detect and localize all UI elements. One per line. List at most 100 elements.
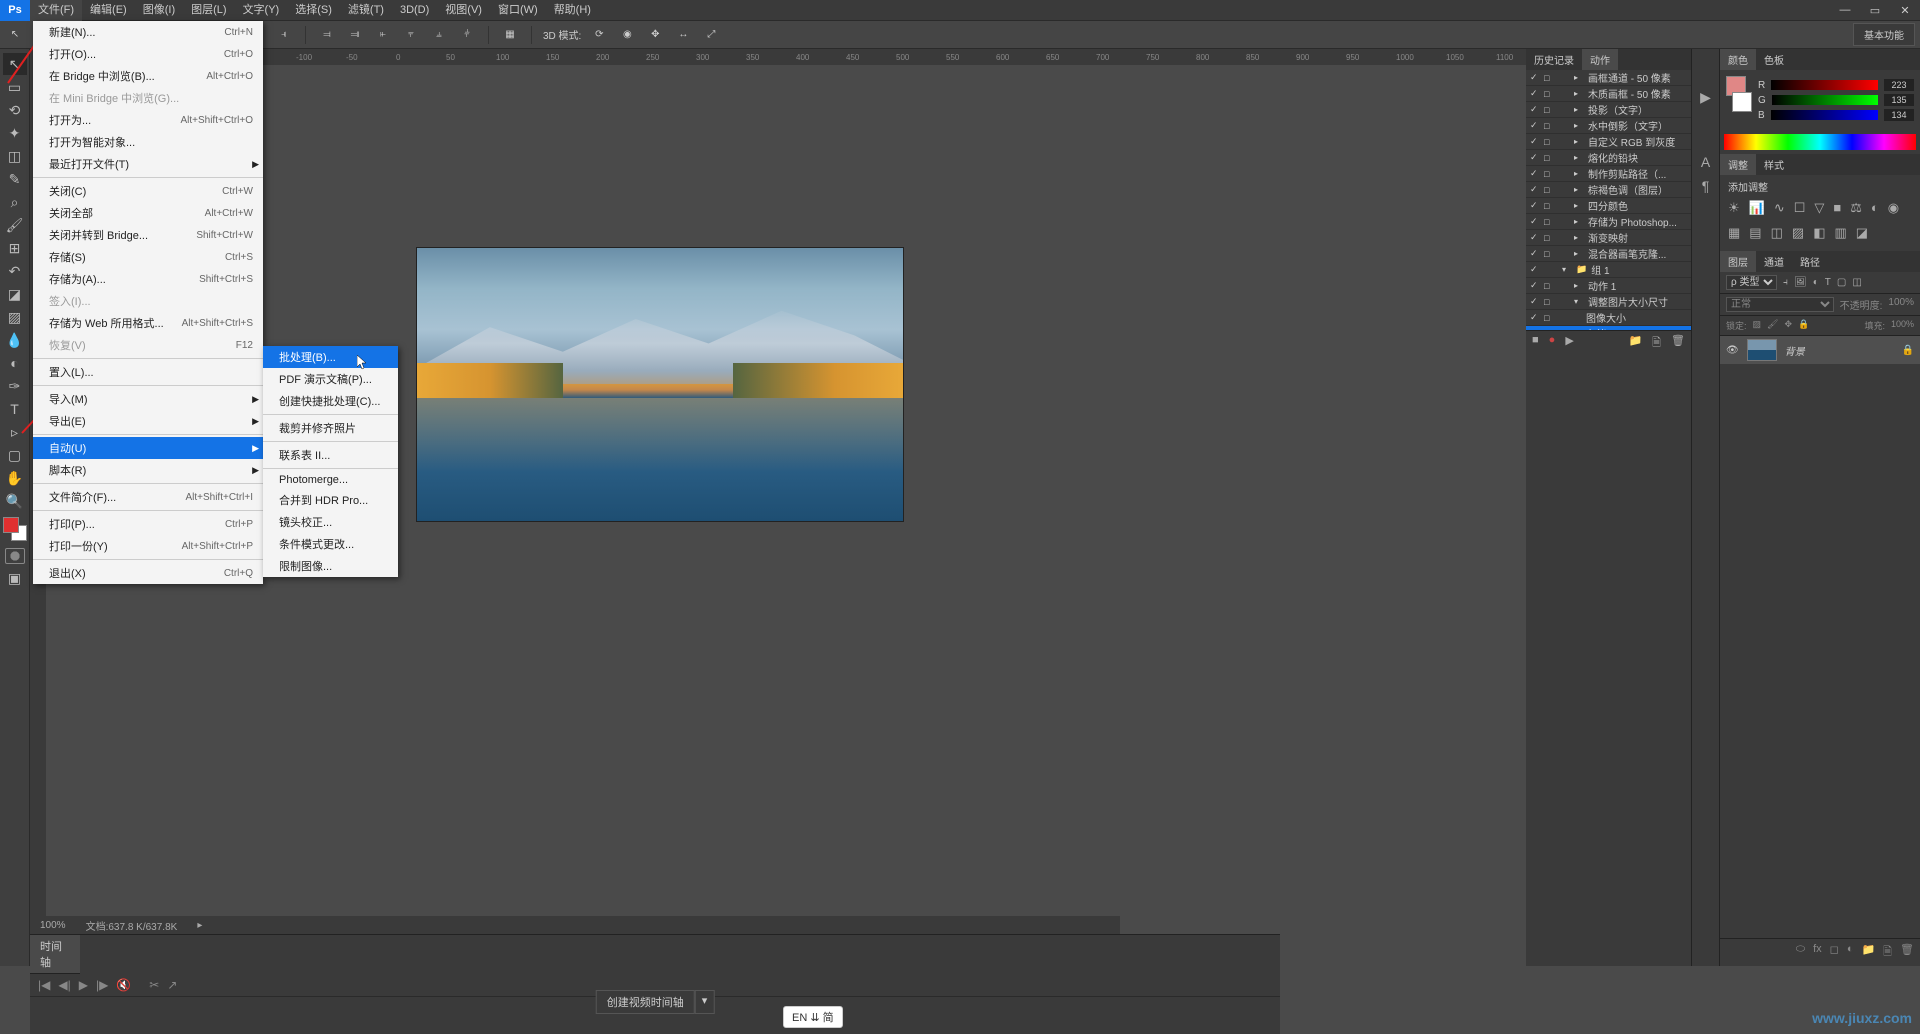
quick-mask-toggle[interactable]	[5, 548, 25, 564]
new-set-icon[interactable]: 📁	[1628, 334, 1642, 353]
g-slider[interactable]	[1772, 95, 1878, 105]
distribute-4-icon[interactable]: ⫧	[401, 25, 421, 45]
shape-tool[interactable]: ▢	[3, 444, 27, 466]
fx-icon[interactable]: fx	[1813, 943, 1822, 962]
auto-submenu-item[interactable]: 镜头校正...	[263, 511, 398, 533]
file-menu-item[interactable]: 自动(U)▶	[33, 437, 263, 459]
new-layer-icon[interactable]: 🗎	[1883, 943, 1892, 962]
swatches-tab[interactable]: 色板	[1756, 49, 1792, 70]
action-item[interactable]: ✓□▸熔化的铅块	[1526, 150, 1691, 166]
adjustments-tab[interactable]: 调整	[1720, 154, 1756, 175]
photo-filter-icon[interactable]: ◉	[1888, 200, 1899, 216]
selcolor-icon[interactable]: ◪	[1856, 225, 1868, 241]
file-menu-item[interactable]: 存储(S)Ctrl+S	[33, 246, 263, 268]
link-layers-icon[interactable]: ⬭	[1796, 943, 1805, 962]
file-menu-item[interactable]: 最近打开文件(T)▶	[33, 153, 263, 175]
menu-2[interactable]: 图像(I)	[135, 0, 183, 21]
mixer-icon[interactable]: ▦	[1728, 225, 1740, 241]
filter-adj-icon[interactable]: ◐	[1813, 277, 1819, 288]
stop-icon[interactable]: ■	[1532, 334, 1539, 353]
r-value[interactable]: 223	[1884, 79, 1914, 91]
auto-submenu-item[interactable]: 联系表 II...	[263, 444, 398, 466]
filter-shape-icon[interactable]: ▢	[1837, 277, 1846, 288]
file-menu-item[interactable]: 打印(P)...Ctrl+P	[33, 513, 263, 535]
record-icon[interactable]: ●	[1549, 334, 1556, 353]
menu-10[interactable]: 帮助(H)	[546, 0, 599, 21]
close-button[interactable]: ✕	[1890, 0, 1920, 21]
filter-smart-icon[interactable]: ◫	[1852, 277, 1861, 288]
auto-submenu-item[interactable]: PDF 演示文稿(P)...	[263, 368, 398, 390]
action-item[interactable]: ✓□▸四分颜色	[1526, 198, 1691, 214]
auto-submenu-item[interactable]: 条件模式更改...	[263, 533, 398, 555]
g-value[interactable]: 135	[1884, 94, 1914, 106]
auto-submenu-item[interactable]: 批处理(B)...	[263, 346, 398, 368]
action-item[interactable]: ✓□▸渐变映射	[1526, 230, 1691, 246]
menu-7[interactable]: 3D(D)	[392, 0, 437, 21]
b-slider[interactable]	[1771, 110, 1878, 120]
action-item[interactable]: ✓□▾调整图片大小尺寸	[1526, 294, 1691, 310]
hue-strip[interactable]	[1724, 134, 1916, 150]
distribute-1-icon[interactable]: ⫤	[317, 25, 337, 45]
action-item[interactable]: ✓▾📁组 1	[1526, 262, 1691, 278]
mask-icon[interactable]: ◻	[1830, 943, 1839, 962]
blur-tool[interactable]: 💧	[3, 329, 27, 351]
history-brush-tool[interactable]: ↶	[3, 260, 27, 282]
foreground-color[interactable]	[3, 517, 19, 533]
menu-3[interactable]: 图层(L)	[183, 0, 234, 21]
paths-tab[interactable]: 路径	[1792, 251, 1828, 272]
lock-pos-icon[interactable]: ✥	[1784, 319, 1792, 332]
goto-first-icon[interactable]: |◀	[38, 978, 50, 992]
menu-5[interactable]: 选择(S)	[287, 0, 340, 21]
group-icon[interactable]: 📁	[1861, 943, 1875, 962]
healing-brush-tool[interactable]: ⌕	[3, 191, 27, 213]
pen-tool[interactable]: ✑	[3, 375, 27, 397]
menu-9[interactable]: 窗口(W)	[490, 0, 546, 21]
char-panel-icon2[interactable]: A	[1701, 154, 1710, 170]
auto-submenu-item[interactable]: 裁剪并修齐照片	[263, 417, 398, 439]
action-item[interactable]: ✓□▸自定义 RGB 到灰度	[1526, 134, 1691, 150]
timeline-menu-icon[interactable]: ▾	[695, 990, 715, 1014]
minimize-button[interactable]: —	[1830, 0, 1860, 21]
layer-thumbnail[interactable]	[1747, 339, 1777, 361]
levels-icon[interactable]: 📊	[1749, 200, 1765, 216]
distribute-3-icon[interactable]: ⫦	[373, 25, 393, 45]
actions-tab[interactable]: 动作	[1582, 49, 1618, 70]
file-menu-item[interactable]: 置入(L)...	[33, 361, 263, 383]
file-menu-item[interactable]: 关闭(C)Ctrl+W	[33, 180, 263, 202]
opacity-value[interactable]: 100%	[1888, 297, 1914, 312]
auto-submenu-item[interactable]: 合并到 HDR Pro...	[263, 489, 398, 511]
auto-submenu-item[interactable]: 创建快捷批处理(C)...	[263, 390, 398, 412]
balance-icon[interactable]: ⚖	[1850, 200, 1862, 216]
pan-3d-icon[interactable]: ✥	[645, 25, 665, 45]
fill-value[interactable]: 100%	[1891, 319, 1914, 332]
scale-3d-icon[interactable]: ⤢	[701, 25, 721, 45]
brightness-icon[interactable]: ☀	[1728, 200, 1740, 216]
maximize-button[interactable]: ▭	[1860, 0, 1890, 21]
file-menu-item[interactable]: 退出(X)Ctrl+Q	[33, 562, 263, 584]
roll-3d-icon[interactable]: ◉	[617, 25, 637, 45]
magic-wand-tool[interactable]: ✦	[3, 122, 27, 144]
action-item[interactable]: ✓□▸制作剪贴路径（...	[1526, 166, 1691, 182]
adj-layer-icon[interactable]: ◐	[1847, 943, 1854, 962]
screen-mode-icon[interactable]: ▣	[3, 567, 27, 589]
file-menu-item[interactable]: 打印一份(Y)Alt+Shift+Ctrl+P	[33, 535, 263, 557]
auto-submenu-item[interactable]: 限制图像...	[263, 555, 398, 577]
r-slider[interactable]	[1771, 80, 1878, 90]
invert-icon[interactable]: ◫	[1771, 225, 1783, 241]
menu-0[interactable]: 文件(F)	[30, 0, 82, 21]
color-bg-swatch[interactable]	[1732, 92, 1752, 112]
file-menu-item[interactable]: 新建(N)...Ctrl+N	[33, 21, 263, 43]
prev-frame-icon[interactable]: ◀|	[58, 978, 70, 992]
filter-type-icon[interactable]: T	[1825, 277, 1831, 288]
file-menu-item[interactable]: 存储为(A)...Shift+Ctrl+S	[33, 268, 263, 290]
file-menu-item[interactable]: 导出(E)▶	[33, 410, 263, 432]
arrange-icon[interactable]: ▦	[500, 25, 520, 45]
mute-icon[interactable]: 🔇	[116, 978, 131, 992]
file-menu-item[interactable]: 存储为 Web 所用格式...Alt+Shift+Ctrl+S	[33, 312, 263, 334]
path-select-tool[interactable]: ▹	[3, 421, 27, 443]
file-menu-item[interactable]: 打开为...Alt+Shift+Ctrl+O	[33, 109, 263, 131]
next-frame-icon[interactable]: |▶	[96, 978, 108, 992]
action-item[interactable]: ✓□▸木质画框 - 50 像素	[1526, 86, 1691, 102]
new-action-icon[interactable]: 🗎	[1652, 334, 1661, 353]
lock-trans-icon[interactable]: ▨	[1753, 319, 1762, 332]
